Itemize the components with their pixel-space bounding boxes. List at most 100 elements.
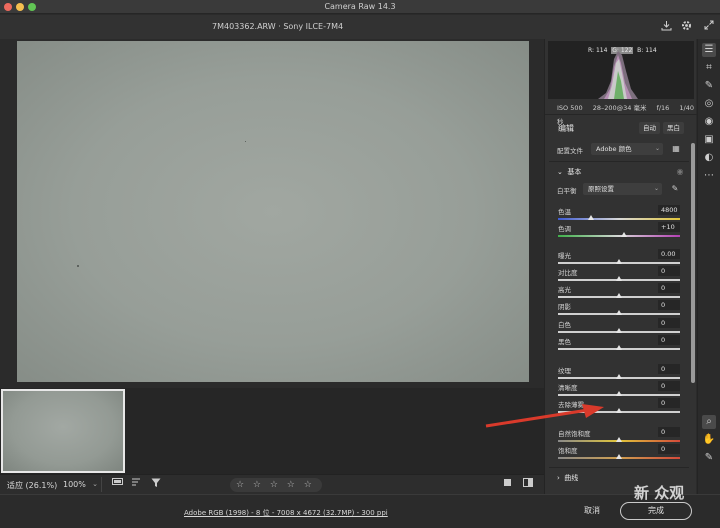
slider-label: 黑色 [558, 338, 571, 346]
slider-row[interactable]: 阴影 0 [558, 300, 680, 317]
slider-handle[interactable] [616, 454, 622, 459]
panel-scrollbar[interactable] [691, 143, 695, 383]
profile-select[interactable]: Adobe 颜色 ⌄ [591, 143, 663, 155]
snapshots-icon[interactable]: ◐ [702, 151, 716, 165]
fullscreen-icon[interactable] [702, 20, 716, 34]
slider-value-input[interactable]: 0 [658, 364, 680, 374]
bw-button[interactable]: 黑白 [663, 122, 684, 134]
slider-value-input[interactable]: 0 [658, 318, 680, 328]
auto-button[interactable]: 自动 [639, 122, 660, 134]
wb-select[interactable]: 原照设置 ⌄ [583, 183, 662, 195]
cancel-button[interactable]: 取消 [572, 502, 612, 520]
fit-zoom-label[interactable]: 适应 (26.1%) [7, 480, 57, 491]
more-icon[interactable]: ⋯ [702, 169, 716, 183]
slider-handle[interactable] [616, 374, 622, 379]
healing-icon[interactable]: ✎ [702, 79, 716, 93]
tool-strip: ☰ ⌗ ✎ ◎ ◉ ▣ ◐ ⋯ ⌕ ✋ ✎ [697, 39, 720, 494]
slider-handle[interactable] [616, 408, 622, 413]
slider-label: 曝光 [558, 252, 571, 260]
bottom-toolbar: 适应 (26.1%) 100% ⌄ ☆ ☆ ☆ ☆ ☆ 🗑 [0, 474, 544, 503]
histogram[interactable]: R: 114 G: 122 B: 114 [548, 41, 694, 99]
done-button[interactable]: 完成 [620, 502, 692, 520]
basic-section-title[interactable]: ⌄ 基本 [557, 167, 581, 177]
curve-section-title[interactable]: › 曲线 [557, 473, 578, 483]
redeye-icon[interactable]: ◉ [702, 115, 716, 129]
iso-value: ISO 500 [557, 104, 583, 112]
slider-row[interactable]: 高光 0 [558, 283, 680, 300]
filmstrip [0, 388, 544, 476]
slider-value-input[interactable]: +10 [658, 222, 680, 232]
edit-title: 编辑 [558, 124, 574, 133]
slider-handle[interactable] [616, 293, 622, 298]
profile-value: Adobe 颜色 [596, 145, 632, 153]
slider-value-input[interactable]: 0 [658, 266, 680, 276]
slider-handle[interactable] [616, 310, 622, 315]
slider-handle[interactable] [616, 259, 622, 264]
star-rating[interactable]: ☆ ☆ ☆ ☆ ☆ [236, 480, 315, 490]
visibility-eye-icon[interactable]: ◉ [673, 165, 687, 179]
mask-icon[interactable]: ◎ [702, 97, 716, 111]
gear-icon[interactable] [679, 20, 693, 34]
slider-value-input[interactable]: 0 [658, 335, 680, 345]
zoom-select[interactable]: 100% ⌄ [60, 477, 102, 492]
chevron-down-icon: ⌄ [653, 185, 659, 192]
wb-label: 白平衡 [557, 187, 577, 195]
slider-handle[interactable] [616, 276, 622, 281]
slider-label: 白色 [558, 321, 571, 329]
save-icon[interactable] [659, 20, 673, 34]
slider-value-input[interactable]: 4800 [658, 205, 680, 215]
slider-row[interactable]: 白色 0 [558, 318, 680, 335]
slider-track[interactable] [558, 218, 680, 220]
filter-icon[interactable] [149, 478, 163, 492]
slider-row[interactable]: 曝光 0.00 [558, 249, 680, 266]
filmstrip-thumbnail[interactable] [1, 389, 125, 473]
slider-handle[interactable] [620, 232, 627, 237]
slider-label: 色温 [558, 208, 571, 216]
profile-browser-icon[interactable]: ▦ [669, 142, 683, 156]
watermark-text: 新 众观 [634, 484, 685, 502]
slider-row[interactable]: 饱和度 0 [558, 444, 680, 461]
before-after-icon[interactable] [521, 478, 535, 492]
slider-value-input[interactable]: 0 [658, 283, 680, 293]
section-divider [549, 161, 689, 162]
slider-value-input[interactable]: 0 [658, 398, 680, 408]
histogram-graph [598, 51, 638, 99]
slider-value-input[interactable]: 0 [658, 381, 680, 391]
filmstrip-toggle-icon[interactable] [110, 478, 124, 492]
slider-row[interactable]: 对比度 0 [558, 266, 680, 283]
presets-icon[interactable]: ▣ [702, 133, 716, 147]
slider-value-input[interactable]: 0 [658, 444, 680, 454]
crop-icon[interactable]: ⌗ [702, 61, 716, 75]
slider-handle[interactable] [616, 345, 622, 350]
slider-handle[interactable] [616, 328, 622, 333]
camera-info: ISO 500 28–200@34 毫米 f/16 1/40 秒 [545, 101, 697, 126]
chevron-down-icon: ⌄ [654, 145, 660, 152]
chevron-down-icon: ⌄ [92, 480, 98, 488]
chevron-down-icon: ⌄ [557, 168, 563, 176]
slider-value-input[interactable]: 0 [658, 427, 680, 437]
workflow-options-link[interactable]: Adobe RGB (1998) - 8 位 - 7008 x 4672 (32… [184, 508, 388, 518]
main-image-preview[interactable] [17, 41, 529, 382]
slider-row[interactable]: 纹理 0 [558, 364, 680, 381]
sliders-icon[interactable]: ☰ [702, 43, 716, 57]
hand-icon[interactable]: ✋ [702, 433, 716, 447]
slider-row[interactable]: 黑色 0 [558, 335, 680, 352]
slider-value-input[interactable]: 0 [658, 300, 680, 310]
eyedropper-icon[interactable]: ✎ [702, 451, 716, 465]
sort-icon[interactable] [130, 478, 144, 492]
slider-value-input[interactable]: 0.00 [658, 249, 680, 259]
zoom-icon[interactable]: ⌕ [702, 415, 716, 429]
slider-row[interactable]: 色温 4800 [558, 205, 680, 222]
slider-row[interactable]: 清晰度 0 [558, 381, 680, 398]
slider-handle[interactable] [587, 215, 594, 220]
slider-handle[interactable] [616, 391, 622, 396]
eyedropper-icon[interactable]: ✎ [668, 182, 682, 196]
slider-label: 清晰度 [558, 384, 578, 392]
rating-stars[interactable]: ☆ ☆ ☆ ☆ ☆ 🗑 [230, 478, 322, 503]
slider-row[interactable]: 自然饱和度 0 [558, 427, 680, 444]
file-title: 7M403362.ARW · Sony ILCE-7M4 [212, 22, 344, 31]
slider-row[interactable]: 色调 +10 [558, 222, 680, 239]
single-view-icon[interactable] [500, 478, 514, 492]
slider-track[interactable] [558, 235, 680, 237]
slider-handle[interactable] [616, 437, 622, 442]
